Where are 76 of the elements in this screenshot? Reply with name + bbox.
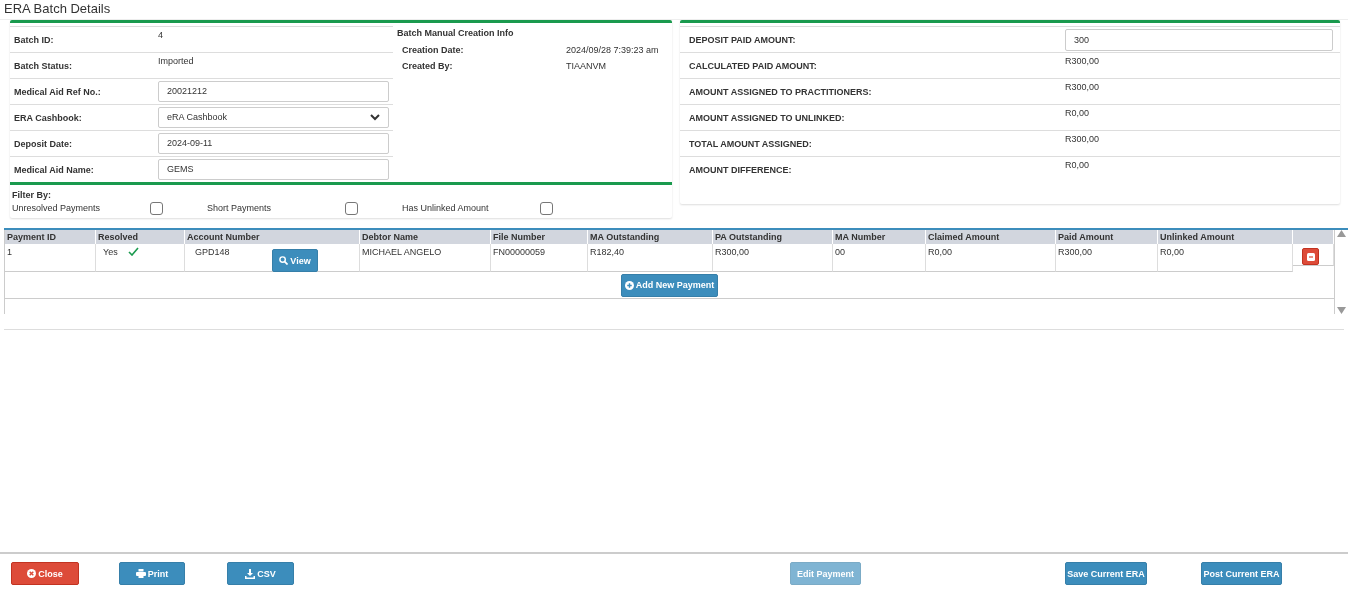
column-header: Paid Amount xyxy=(1056,230,1158,244)
plus-icon xyxy=(624,280,634,290)
column-header: Debtor Name xyxy=(360,230,491,244)
column-header: File Number xyxy=(491,230,588,244)
field-label: Creation Date: xyxy=(402,45,465,57)
field-value: TIAANVM xyxy=(566,61,606,73)
amount-label: AMOUNT ASSIGNED TO UNLINKED: xyxy=(688,112,846,125)
section-heading: Batch Manual Creation Info xyxy=(397,28,515,39)
amount-value: R300,00 xyxy=(1065,81,1100,94)
column-header: PA Outstanding xyxy=(713,230,833,244)
checkbox-label: Unresolved Payments xyxy=(12,203,102,214)
amount-value: R300,00 xyxy=(1065,55,1100,68)
amount-label: CALCULATED PAID AMOUNT: xyxy=(688,60,818,73)
page-title: ERA Batch Details xyxy=(0,0,1348,20)
field-label: Batch Status: xyxy=(13,60,73,72)
checkbox[interactable] xyxy=(345,202,358,215)
footer-button[interactable]: Close xyxy=(11,562,79,585)
column-header: MA Number xyxy=(833,230,926,244)
amount-value: R0,00 xyxy=(1065,107,1090,120)
chevron-down-icon xyxy=(370,114,380,121)
column-header: Account Number xyxy=(185,230,360,244)
amount-label: TOTAL AMOUNT ASSIGNED: xyxy=(688,138,813,151)
print-icon xyxy=(135,569,146,578)
column-header: MA Outstanding xyxy=(588,230,713,244)
field-label: Medical Aid Ref No.: xyxy=(13,86,102,98)
text-field[interactable]: 20021212 xyxy=(158,81,389,102)
checkbox-label: Short Payments xyxy=(207,203,273,214)
table-cell: 00 xyxy=(833,244,926,272)
column-header: Payment ID xyxy=(5,230,96,244)
table-cell: R182,40 xyxy=(588,244,713,272)
column-header: Unlinked Amount xyxy=(1158,230,1293,244)
table-cell: R0,00 xyxy=(926,244,1056,272)
close-icon xyxy=(27,569,37,578)
amount-label: AMOUNT DIFFERENCE: xyxy=(688,164,793,177)
table-cell: R300,00 xyxy=(713,244,833,272)
view-button[interactable]: View xyxy=(272,249,318,272)
table-cell: GPD148 xyxy=(195,247,230,258)
footer-button[interactable]: Save Current ERA xyxy=(1065,562,1147,585)
table-cell: FN00000059 xyxy=(491,244,588,272)
table-cell: 1 xyxy=(5,244,96,272)
column-header: Resolved xyxy=(96,230,185,244)
text-field[interactable]: 2024-09-11 xyxy=(158,133,389,154)
footer-button[interactable]: Post Current ERA xyxy=(1201,562,1282,585)
checkbox[interactable] xyxy=(540,202,553,215)
field-label: ERA Cashbook: xyxy=(13,112,83,124)
download-icon xyxy=(245,568,256,579)
minus-icon xyxy=(1306,252,1315,261)
field-value: 2024/09/28 7:39:23 am xyxy=(566,45,659,57)
table-cell: R300,00 xyxy=(1056,244,1158,272)
amount-field[interactable]: 300 xyxy=(1065,29,1333,51)
column-header: Claimed Amount xyxy=(926,230,1056,244)
amount-label: DEPOSIT PAID AMOUNT: xyxy=(688,34,797,47)
field-label: Batch ID: xyxy=(13,34,55,46)
field-label: Deposit Date: xyxy=(13,138,73,150)
checkbox-label: Has Unlinked Amount xyxy=(402,203,490,214)
amount-value: R0,00 xyxy=(1065,159,1090,172)
field-label: Created By: xyxy=(402,61,454,73)
footer-button[interactable]: Print xyxy=(119,562,185,585)
delete-button[interactable] xyxy=(1302,248,1319,265)
table-cell: R0,00 xyxy=(1158,244,1293,272)
field-value: Imported xyxy=(158,55,194,67)
search-icon xyxy=(279,256,289,265)
filter-heading: Filter By: xyxy=(12,190,52,201)
table-cell: MICHAEL ANGELO xyxy=(360,244,491,272)
field-value: 4 xyxy=(158,29,163,41)
add-payment-button[interactable]: Add New Payment xyxy=(621,273,718,297)
dropdown[interactable]: eRA Cashbook xyxy=(158,107,389,128)
amount-value: R300,00 xyxy=(1065,133,1100,146)
scroll-up-icon[interactable] xyxy=(1337,230,1346,237)
scroll-down-icon[interactable] xyxy=(1337,307,1346,314)
field-label: Medical Aid Name: xyxy=(13,164,95,176)
footer-button[interactable]: CSV xyxy=(227,562,294,585)
text-field[interactable]: GEMS xyxy=(158,159,389,180)
checkbox[interactable] xyxy=(150,202,163,215)
table-cell: Yes xyxy=(103,247,118,258)
amount-label: AMOUNT ASSIGNED TO PRACTITIONERS: xyxy=(688,86,873,99)
